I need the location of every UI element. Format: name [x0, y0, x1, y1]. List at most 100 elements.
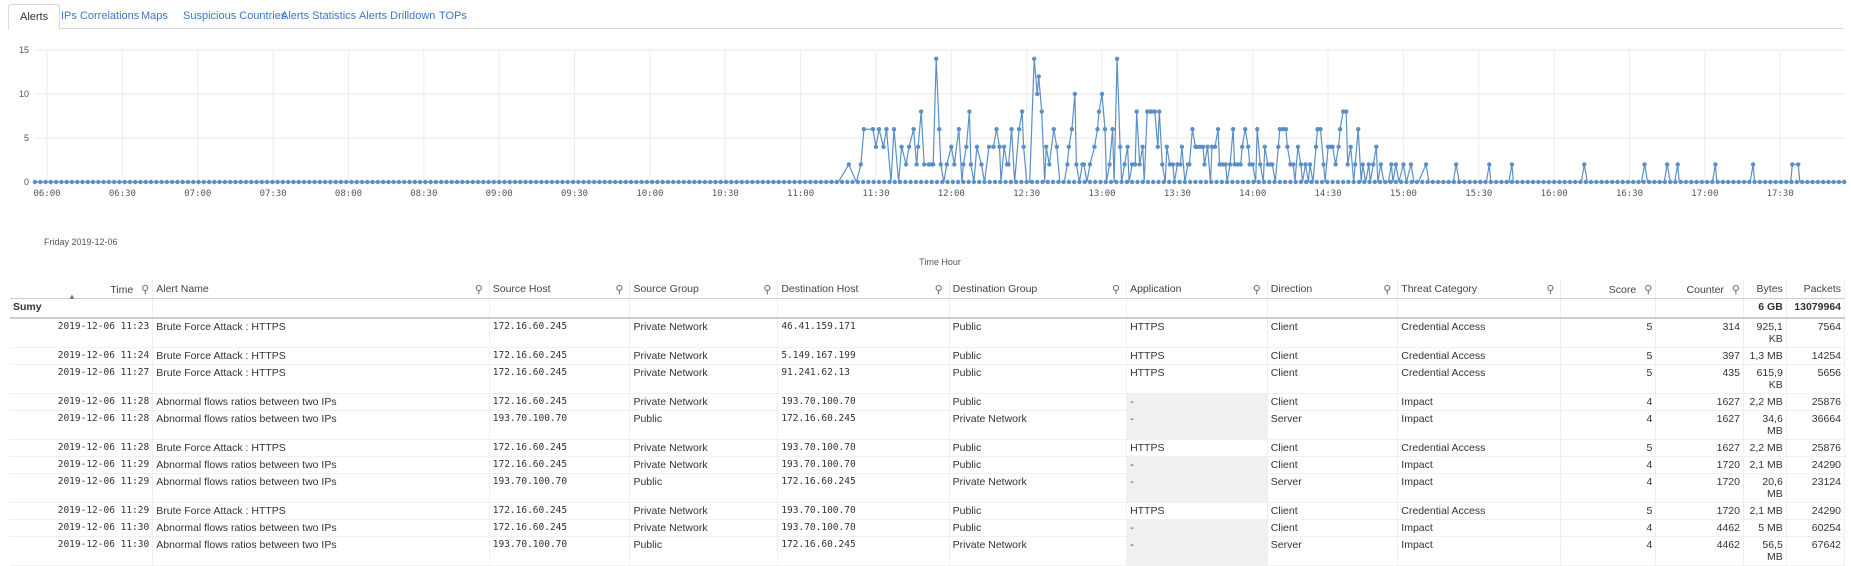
- data-point[interactable]: [997, 144, 1002, 149]
- data-point[interactable]: [1132, 162, 1138, 167]
- data-point[interactable]: [899, 144, 904, 149]
- data-point[interactable]: [1664, 162, 1670, 167]
- data-point[interactable]: [1345, 162, 1350, 167]
- data-point[interactable]: [1016, 127, 1022, 132]
- col-header-time[interactable]: Time ⚲ ▲: [10, 280, 154, 301]
- data-point[interactable]: [1072, 91, 1078, 97]
- col-header-source-group[interactable]: Source Group ⚲: [629, 280, 779, 299]
- data-point[interactable]: [1081, 162, 1087, 167]
- data-point[interactable]: [1276, 144, 1281, 149]
- data-point[interactable]: [1262, 144, 1267, 149]
- data-point[interactable]: [1074, 162, 1079, 167]
- data-point[interactable]: [994, 127, 999, 132]
- data-point[interactable]: [1487, 162, 1492, 167]
- table-row[interactable]: 2019-12-06 11:30 Abnormal flows ratios be…: [10, 536, 1846, 566]
- data-point[interactable]: [1031, 56, 1037, 61]
- data-point[interactable]: [1092, 144, 1097, 149]
- table-row[interactable]: 2019-12-06 11:29 Abnormal flows ratios be…: [10, 456, 1846, 474]
- data-point[interactable]: [931, 162, 936, 167]
- data-point[interactable]: [1035, 91, 1040, 97]
- data-point[interactable]: [858, 162, 864, 167]
- data-point[interactable]: [1796, 162, 1801, 167]
- data-point[interactable]: [1238, 162, 1243, 167]
- search-icon[interactable]: ⚲: [1732, 284, 1740, 296]
- search-icon[interactable]: ⚲: [1112, 283, 1120, 296]
- data-point[interactable]: [1140, 144, 1145, 149]
- data-point[interactable]: [1337, 127, 1343, 132]
- data-point[interactable]: [1285, 144, 1290, 149]
- table-row[interactable]: 2019-12-06 11:28 Brute Force Attack : HTT…: [10, 439, 1846, 457]
- table-row[interactable]: 2019-12-06 11:24 Brute Force Attack : HTT…: [10, 347, 1846, 365]
- data-point[interactable]: [1051, 127, 1056, 132]
- data-point[interactable]: [952, 162, 957, 167]
- data-point[interactable]: [914, 162, 919, 167]
- data-point[interactable]: [1356, 127, 1361, 132]
- search-icon[interactable]: ⚲: [1546, 283, 1554, 296]
- table-row[interactable]: 2019-12-06 11:28 Abnormal flows ratios be…: [10, 410, 1846, 440]
- col-header-destination-group[interactable]: Destination Group ⚲: [949, 280, 1128, 299]
- data-point[interactable]: [1110, 127, 1115, 132]
- data-point[interactable]: [1374, 144, 1379, 149]
- data-point[interactable]: [938, 162, 943, 167]
- data-point[interactable]: [1019, 109, 1025, 114]
- search-icon[interactable]: ⚲: [763, 283, 771, 296]
- search-icon[interactable]: ⚲: [935, 283, 943, 296]
- data-point[interactable]: [1069, 127, 1075, 132]
- data-point[interactable]: [1336, 144, 1341, 149]
- data-point[interactable]: [1378, 162, 1384, 167]
- data-point[interactable]: [1509, 162, 1515, 167]
- data-point[interactable]: [1044, 144, 1049, 149]
- data-point[interactable]: [1117, 144, 1123, 149]
- data-point[interactable]: [1190, 127, 1195, 132]
- data-point[interactable]: [991, 144, 996, 149]
- data-point[interactable]: [1582, 162, 1587, 167]
- data-point[interactable]: [1675, 162, 1680, 167]
- data-point[interactable]: [934, 56, 939, 61]
- col-header-destination-host[interactable]: Destination Host ⚲: [777, 280, 950, 299]
- data-point[interactable]: [876, 127, 882, 132]
- data-point[interactable]: [1021, 144, 1026, 149]
- data-point[interactable]: [1270, 162, 1275, 167]
- search-icon[interactable]: ⚲: [475, 283, 483, 296]
- data-point[interactable]: [1137, 162, 1142, 167]
- data-point[interactable]: [1039, 109, 1044, 114]
- data-point[interactable]: [1160, 162, 1165, 167]
- data-point[interactable]: [1054, 144, 1059, 149]
- data-point[interactable]: [891, 127, 897, 132]
- col-header-packets[interactable]: Packets: [1786, 280, 1846, 299]
- data-point[interactable]: [911, 127, 916, 132]
- col-header-counter[interactable]: Counter ⚲: [1655, 280, 1744, 299]
- data-point[interactable]: [1230, 127, 1236, 132]
- data-point[interactable]: [1303, 162, 1308, 167]
- data-point[interactable]: [1642, 162, 1647, 167]
- data-point[interactable]: [1371, 162, 1376, 167]
- data-point[interactable]: [1212, 144, 1218, 149]
- table-row[interactable]: 2019-12-06 11:29 Brute Force Attack : HTT…: [10, 502, 1846, 520]
- data-point[interactable]: [1065, 162, 1070, 167]
- data-point[interactable]: [1318, 127, 1323, 132]
- data-point[interactable]: [1087, 162, 1093, 167]
- data-point[interactable]: [944, 162, 949, 167]
- data-point[interactable]: [915, 144, 921, 149]
- data-point[interactable]: [1006, 162, 1011, 167]
- data-point[interactable]: [956, 127, 962, 132]
- data-point[interactable]: [1393, 162, 1399, 167]
- col-header-application[interactable]: Application ⚲: [1126, 280, 1268, 299]
- data-point[interactable]: [1036, 74, 1041, 79]
- data-point[interactable]: [1134, 109, 1139, 114]
- search-icon[interactable]: ⚲: [141, 284, 149, 296]
- data-point[interactable]: [1750, 162, 1756, 167]
- search-icon[interactable]: ⚲: [1383, 283, 1391, 296]
- data-point[interactable]: [1122, 162, 1127, 167]
- data-point[interactable]: [1200, 144, 1206, 149]
- data-point[interactable]: [1179, 144, 1185, 149]
- data-point[interactable]: [1114, 56, 1120, 61]
- data-point[interactable]: [903, 162, 909, 167]
- data-point[interactable]: [1389, 162, 1394, 167]
- col-header-direction[interactable]: Direction ⚲: [1267, 280, 1399, 299]
- data-point[interactable]: [1423, 162, 1429, 167]
- data-point[interactable]: [1155, 144, 1160, 149]
- data-point[interactable]: [873, 144, 879, 149]
- data-point[interactable]: [1348, 144, 1353, 149]
- data-point[interactable]: [949, 144, 954, 149]
